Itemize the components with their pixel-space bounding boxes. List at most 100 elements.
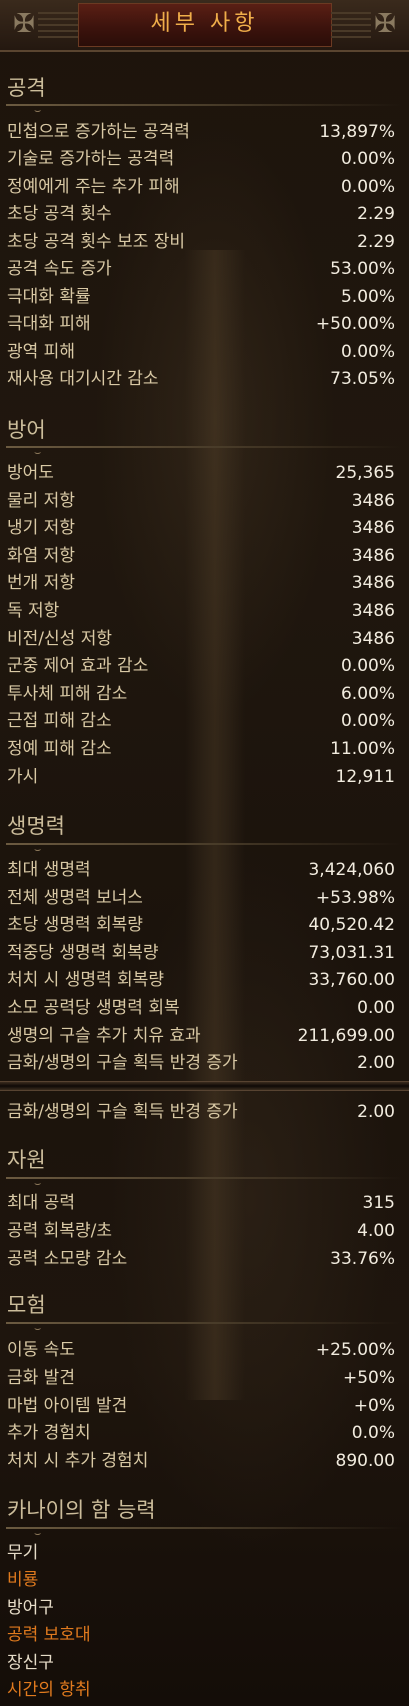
stat-label: 초당 공격 횟수 xyxy=(7,204,112,224)
stat-label: 가시 xyxy=(7,767,39,787)
stat-label: 초당 생명력 회복량 xyxy=(7,915,143,935)
kanai-slot-label: 무기 xyxy=(7,1543,39,1563)
stat-row: 재사용 대기시간 감소 73.05% xyxy=(7,366,395,392)
stat-value: +25.00% xyxy=(315,1340,395,1360)
window-title: 세부 사항 xyxy=(150,11,259,36)
stat-label: 마법 아이템 발견 xyxy=(7,1396,128,1416)
stat-label: 정예에게 주는 추가 피해 xyxy=(7,177,180,197)
section-title-attack: 공격 xyxy=(7,76,46,100)
stat-label: 민첩으로 증가하는 공격력 xyxy=(7,122,190,142)
stat-row: 민첩으로 증가하는 공격력 13,897% xyxy=(7,119,395,145)
section-divider xyxy=(6,1527,402,1529)
stat-label: 금화 발견 xyxy=(7,1368,75,1388)
stat-row: 적중당 생명력 회복량 73,031.31 xyxy=(7,940,395,966)
stat-value: 2.00 xyxy=(357,1102,395,1122)
stat-row: 마법 아이템 발견 +0% xyxy=(7,1393,395,1419)
stat-row: 투사체 피해 감소 6.00% xyxy=(7,681,395,707)
stat-value: 3486 xyxy=(351,518,395,538)
section-title-adventure: 모험 xyxy=(7,1293,46,1317)
stat-label: 군중 제어 효과 감소 xyxy=(7,656,149,676)
stat-row: 냉기 저항 3486 xyxy=(7,515,395,541)
stat-row: 초당 공격 횟수 2.29 xyxy=(7,201,395,227)
stat-row: 정예 피해 감소 11.00% xyxy=(7,736,395,762)
section-divider xyxy=(6,104,402,106)
stat-value: 3486 xyxy=(351,573,395,593)
stat-label: 초당 공격 횟수 보조 장비 xyxy=(7,232,186,252)
stat-label: 처치 시 추가 경험치 xyxy=(7,1451,149,1471)
stat-row: 가시 12,911 xyxy=(7,764,395,790)
stat-value: 211,699.00 xyxy=(297,1026,395,1046)
stat-row: 초당 공격 횟수 보조 장비 2.29 xyxy=(7,229,395,255)
flourish-icon: ⌣ xyxy=(34,1177,42,1190)
stat-label: 번개 저항 xyxy=(7,573,75,593)
kanai-power-link[interactable]: 비룡 xyxy=(7,1567,38,1593)
stat-row: 금화 발견 +50% xyxy=(7,1365,395,1391)
stat-row: 정예에게 주는 추가 피해 0.00% xyxy=(7,174,395,200)
stat-label: 재사용 대기시간 감소 xyxy=(7,369,159,389)
stat-value: 0.00% xyxy=(340,656,395,676)
flourish-icon: ⌣ xyxy=(34,104,42,117)
stat-row: 소모 공력당 생명력 회복 0.00 xyxy=(7,995,395,1021)
stat-row: 처치 시 추가 경험치 890.00 xyxy=(7,1448,395,1474)
stat-row: 최대 생명력 3,424,060 xyxy=(7,857,395,883)
stat-row: 극대화 확률 5.00% xyxy=(7,284,395,310)
stat-row: 기술로 증가하는 공격력 0.00% xyxy=(7,146,395,172)
title-bar: ✠ ✠ 세부 사항 xyxy=(0,0,409,52)
stat-label: 이동 속도 xyxy=(7,1340,75,1360)
stat-label: 금화/생명의 구슬 획득 반경 증가 xyxy=(7,1102,238,1122)
flourish-icon: ⌣ xyxy=(34,1527,42,1540)
stat-value: 12,911 xyxy=(335,767,395,787)
stat-value: 315 xyxy=(362,1193,395,1213)
stat-row: 군중 제어 효과 감소 0.00% xyxy=(7,653,395,679)
stat-value: 53.00% xyxy=(330,259,395,279)
stat-value: 3486 xyxy=(351,546,395,566)
section-title-defense: 방어 xyxy=(7,418,46,442)
flourish-icon: ⌣ xyxy=(34,843,42,856)
flourish-icon: ⌣ xyxy=(34,1322,42,1335)
stat-row: 물리 저항 3486 xyxy=(7,488,395,514)
stat-value: 4.00 xyxy=(357,1221,395,1241)
stat-row: 처치 시 생명력 회복량 33,760.00 xyxy=(7,967,395,993)
stat-value: 40,520.42 xyxy=(308,915,395,935)
kanai-power-link[interactable]: 공력 보호대 xyxy=(7,1622,91,1648)
stat-label: 최대 생명력 xyxy=(7,860,91,880)
stat-label: 냉기 저항 xyxy=(7,518,75,538)
stat-value: 0.00% xyxy=(340,149,395,169)
stat-label: 공격 속도 증가 xyxy=(7,259,112,279)
stat-label: 최대 공력 xyxy=(7,1193,75,1213)
stat-row: 금화/생명의 구슬 획득 반경 증가 2.00 xyxy=(7,1099,395,1125)
stat-value: 2.00 xyxy=(357,1053,395,1073)
stat-row: 극대화 피해 +50.00% xyxy=(7,311,395,337)
stat-label: 비전/신성 저항 xyxy=(7,629,112,649)
stat-value: 2.29 xyxy=(357,232,395,252)
stat-row: 최대 공력 315 xyxy=(7,1190,395,1216)
stat-value: 33.76% xyxy=(330,1249,395,1269)
stat-value: 3486 xyxy=(351,629,395,649)
section-title-kanai: 카나이의 함 능력 xyxy=(7,1498,156,1522)
stat-value: 2.29 xyxy=(357,204,395,224)
stat-label: 공력 회복량/초 xyxy=(7,1221,112,1241)
stat-row: 광역 피해 0.00% xyxy=(7,339,395,365)
stat-label: 방어도 xyxy=(7,463,54,483)
stat-value: 6.00% xyxy=(340,684,395,704)
stat-value: 0.00 xyxy=(357,998,395,1018)
scroll-seam-divider xyxy=(0,1081,409,1091)
section-title-life: 생명력 xyxy=(7,814,65,838)
stat-value: +50% xyxy=(342,1368,395,1388)
stat-label: 생명의 구슬 추가 치유 효과 xyxy=(7,1026,201,1046)
kanai-slot-label: 장신구 xyxy=(7,1653,54,1673)
stat-value: 5.00% xyxy=(340,287,395,307)
stat-value: 73.05% xyxy=(330,369,395,389)
details-panel[interactable]: 공격 ⌣ 민첩으로 증가하는 공격력 13,897% 기술로 증가하는 공격력 0.… xyxy=(0,0,409,1706)
stat-row: 근접 피해 감소 0.00% xyxy=(7,708,395,734)
stat-label: 극대화 확률 xyxy=(7,287,91,307)
stat-row: 비전/신성 저항 3486 xyxy=(7,626,395,652)
stat-label: 소모 공력당 생명력 회복 xyxy=(7,998,180,1018)
stat-row: 금화/생명의 구슬 획득 반경 증가 2.00 xyxy=(7,1050,395,1076)
section-divider xyxy=(6,843,402,845)
stat-label: 기술로 증가하는 공격력 xyxy=(7,149,175,169)
stat-value: 0.0% xyxy=(351,1423,395,1443)
stat-value: 25,365 xyxy=(335,463,395,483)
flourish-icon: ⌣ xyxy=(34,446,42,459)
kanai-power-link[interactable]: 시간의 항취 xyxy=(7,1677,91,1703)
